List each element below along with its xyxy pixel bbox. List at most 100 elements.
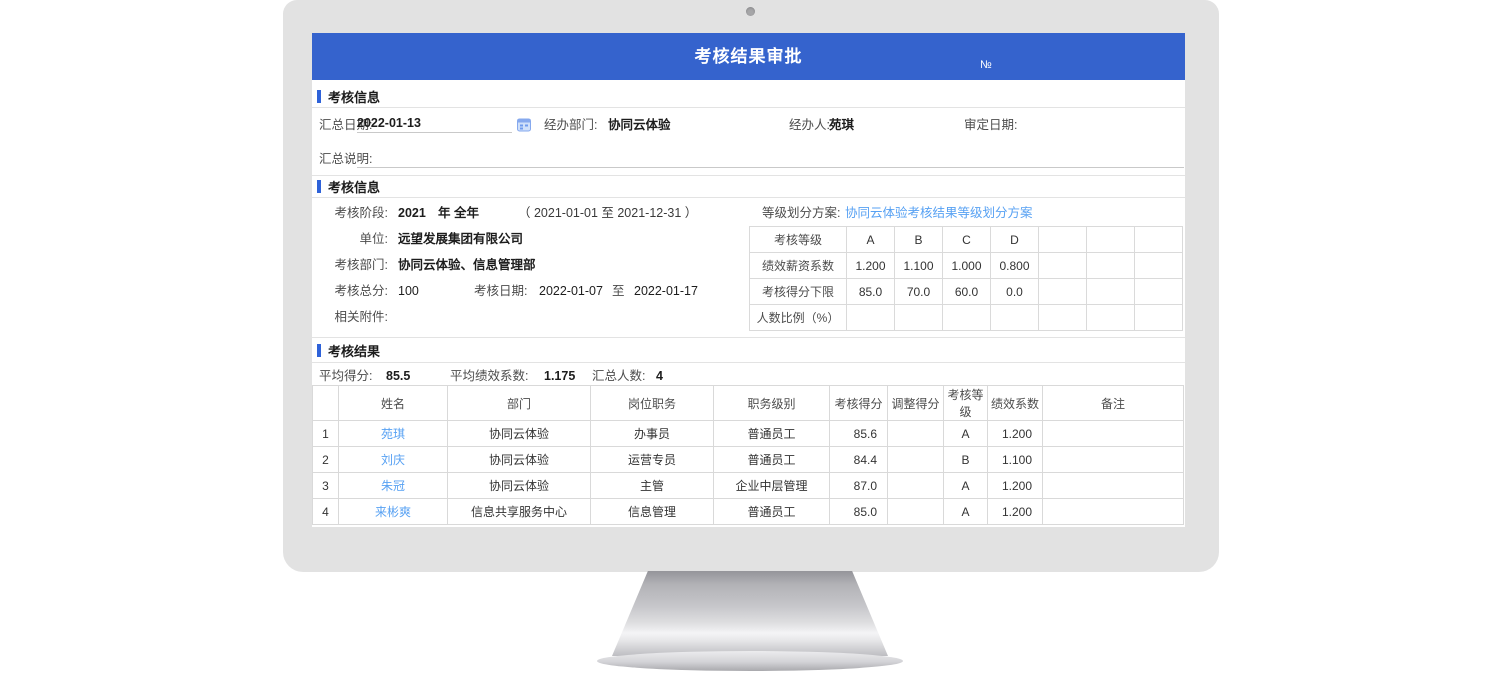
cell-no: 2 <box>313 447 339 473</box>
assess-date-end: 2022-01-17 <box>634 282 698 300</box>
assess-dept-label: 考核部门: <box>312 256 388 274</box>
grade-table-cell <box>847 305 895 331</box>
unit-label: 单位: <box>312 230 388 248</box>
section-bar-icon <box>317 90 321 103</box>
results-table-row: 4来彬爽信息共享服务中心信息管理普通员工85.0A1.200 <box>313 499 1184 525</box>
section-assess-info-1: 汇总日期: 经办部门: 协同云体验 经办人: 苑琪 审定日期: <box>312 108 1185 176</box>
total-score-label: 考核总分: <box>312 282 388 300</box>
cell-grade: A <box>944 473 988 499</box>
cell-position: 办事员 <box>591 421 714 447</box>
summary-date-input[interactable] <box>357 113 512 133</box>
employee-name-link[interactable]: 苑琪 <box>381 427 405 441</box>
summary-note-input[interactable] <box>357 148 1184 168</box>
grade-table-row-label: 人数比例（%） <box>750 305 847 331</box>
stage-period-value: 年 全年 <box>438 204 479 222</box>
cell-grade: A <box>944 421 988 447</box>
section-bar-icon <box>317 180 321 193</box>
grade-table-cell <box>1135 227 1183 253</box>
grade-table-cell: B <box>895 227 943 253</box>
employee-name-link[interactable]: 来彬爽 <box>375 505 411 519</box>
total-people-label: 汇总人数: <box>592 367 645 385</box>
assess-date-to: 至 <box>612 282 625 300</box>
grade-table-cell: 1.000 <box>943 253 991 279</box>
cell-score: 85.0 <box>830 499 888 525</box>
grade-table-row-label: 考核等级 <box>750 227 847 253</box>
assess-date-label: 考核日期: <box>474 282 527 300</box>
cell-no: 4 <box>313 499 339 525</box>
grade-table-cell: 85.0 <box>847 279 895 305</box>
cell-coef: 1.200 <box>988 499 1043 525</box>
total-people-value: 4 <box>656 367 663 385</box>
grade-table-cell <box>1135 305 1183 331</box>
grade-table-cell <box>1087 253 1135 279</box>
grade-table-cell <box>895 305 943 331</box>
grade-table-cell: 1.100 <box>895 253 943 279</box>
employee-name-link[interactable]: 朱冠 <box>381 479 405 493</box>
results-stats-row: 平均得分: 85.5 平均绩效系数: 1.175 汇总人数: 4 <box>312 367 1185 385</box>
summary-row: 汇总日期: 经办部门: 协同云体验 经办人: 苑琪 审定日期: <box>312 116 1185 134</box>
cell-adjust <box>888 421 944 447</box>
grade-scheme-label: 等级划分方案: <box>762 204 840 222</box>
results-column-header: 调整得分 <box>888 386 944 421</box>
grade-table-row: 考核等级ABCD <box>750 227 1183 253</box>
results-column-header: 考核得分 <box>830 386 888 421</box>
grade-table-row: 人数比例（%） <box>750 305 1183 331</box>
grade-table-cell <box>1135 279 1183 305</box>
section-title: 考核结果 <box>328 341 380 360</box>
cell-position: 信息管理 <box>591 499 714 525</box>
section-heading-assess-info-1: 考核信息 <box>312 85 1185 108</box>
handling-dept-value: 协同云体验 <box>608 116 671 134</box>
cell-score: 87.0 <box>830 473 888 499</box>
cell-score: 84.4 <box>830 447 888 473</box>
cell-adjust <box>888 473 944 499</box>
assess-date-start: 2022-01-07 <box>539 282 603 300</box>
page-title: 考核结果审批 <box>312 33 1185 80</box>
grade-table-cell <box>1039 227 1087 253</box>
cell-name: 来彬爽 <box>339 499 448 525</box>
summary-note-row: 汇总说明: <box>312 150 1185 168</box>
cell-grade: B <box>944 447 988 473</box>
section-title: 考核信息 <box>328 87 380 106</box>
avg-score-value: 85.5 <box>386 367 410 385</box>
results-table-row: 2刘庆协同云体验运营专员普通员工84.4B1.100 <box>313 447 1184 473</box>
avg-coef-label: 平均绩效系数: <box>450 367 528 385</box>
cell-adjust <box>888 447 944 473</box>
grade-table-cell: 70.0 <box>895 279 943 305</box>
cell-dept: 协同云体验 <box>448 473 591 499</box>
section-heading-assess-info-2: 考核信息 <box>312 176 1185 198</box>
grade-table-row: 绩效薪资系数1.2001.1001.0000.800 <box>750 253 1183 279</box>
grade-scheme-link[interactable]: 协同云体验考核结果等级划分方案 <box>845 204 1033 222</box>
section-bar-icon <box>317 344 321 357</box>
grade-table-cell: 0.800 <box>991 253 1039 279</box>
cell-no: 1 <box>313 421 339 447</box>
results-column-header <box>313 386 339 421</box>
cell-name: 朱冠 <box>339 473 448 499</box>
results-column-header: 职务级别 <box>714 386 830 421</box>
cell-no: 3 <box>313 473 339 499</box>
results-column-header: 部门 <box>448 386 591 421</box>
results-table-row: 1苑琪协同云体验办事员普通员工85.6A1.200 <box>313 421 1184 447</box>
handler-label: 经办人: <box>789 116 830 134</box>
grade-table-row-label: 考核得分下限 <box>750 279 847 305</box>
grade-table-row: 考核得分下限85.070.060.00.0 <box>750 279 1183 305</box>
cell-coef: 1.200 <box>988 421 1043 447</box>
avg-score-label: 平均得分: <box>319 367 372 385</box>
grade-table-row-label: 绩效薪资系数 <box>750 253 847 279</box>
results-column-header: 岗位职务 <box>591 386 714 421</box>
handling-dept-label: 经办部门: <box>544 116 597 134</box>
calendar-icon[interactable] <box>517 117 531 137</box>
stage-year-value: 2021 <box>398 204 426 222</box>
monitor-bezel: 考核结果审批 № 考核信息 汇总日期: <box>283 0 1219 572</box>
monitor-stand-base <box>597 651 903 671</box>
section-title: 考核信息 <box>328 177 380 196</box>
grade-table-cell: 60.0 <box>943 279 991 305</box>
employee-name-link[interactable]: 刘庆 <box>381 453 405 467</box>
camera-dot-icon <box>746 7 755 16</box>
total-score-value: 100 <box>398 282 419 300</box>
grade-table-cell: C <box>943 227 991 253</box>
grade-table-cell <box>1087 305 1135 331</box>
cell-coef: 1.100 <box>988 447 1043 473</box>
cell-position: 主管 <box>591 473 714 499</box>
results-table-row: 3朱冠协同云体验主管企业中层管理87.0A1.200 <box>313 473 1184 499</box>
cell-level: 普通员工 <box>714 421 830 447</box>
